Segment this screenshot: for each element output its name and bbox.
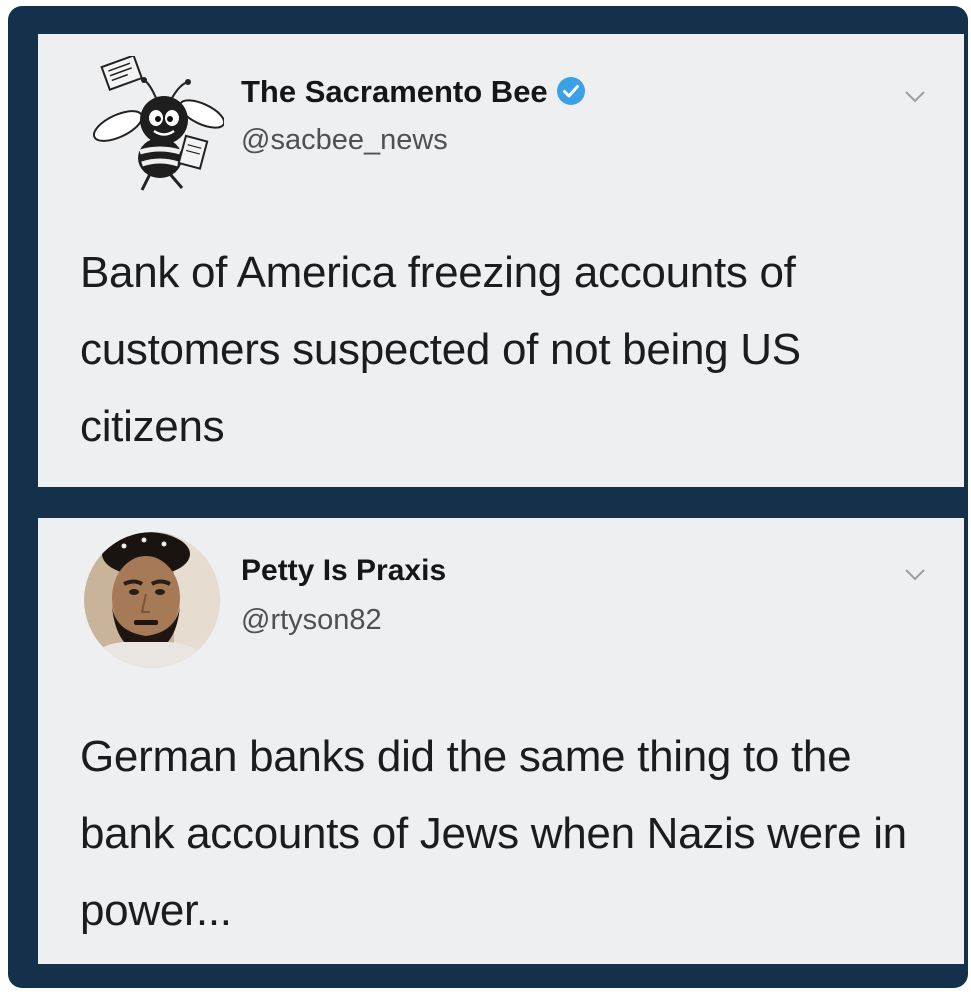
user-handle[interactable]: @rtyson82 — [241, 604, 382, 637]
display-name[interactable]: The Sacramento Bee — [241, 74, 586, 110]
display-name-text: The Sacramento Bee — [241, 74, 548, 109]
chevron-down-icon[interactable] — [904, 90, 926, 104]
user-photo-avatar[interactable] — [84, 532, 220, 668]
display-name[interactable]: Petty Is Praxis — [241, 554, 446, 588]
chevron-down-icon[interactable] — [904, 568, 926, 582]
tweet-card-sacbee[interactable]: The Sacramento Bee @sacbee_news Bank of … — [38, 34, 964, 487]
bee-mascot-icon[interactable] — [84, 54, 226, 196]
tweet-text: Bank of America freezing accounts of cus… — [80, 248, 801, 451]
tweet-text: German banks did the same thing to the b… — [80, 732, 907, 935]
verified-badge-icon — [556, 76, 586, 106]
screenshot-frame: The Sacramento Bee @sacbee_news Bank of … — [8, 6, 968, 988]
user-handle[interactable]: @sacbee_news — [241, 124, 448, 157]
tweet-card-reply[interactable]: Petty Is Praxis @rtyson82 German banks d… — [38, 518, 964, 964]
